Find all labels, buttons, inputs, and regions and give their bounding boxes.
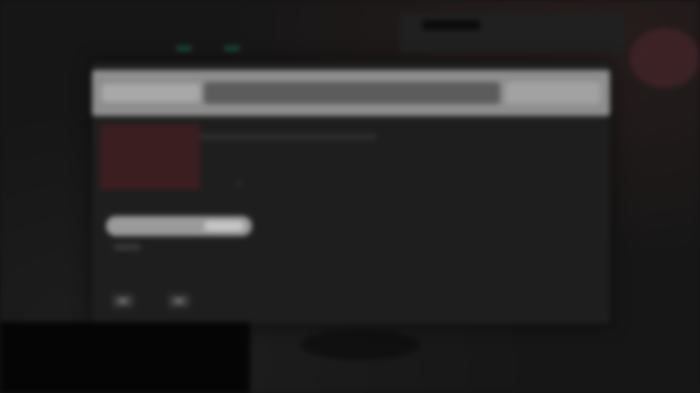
toolbar-marker bbox=[422, 20, 480, 30]
chevron-left-icon bbox=[118, 298, 128, 304]
forward-button[interactable] bbox=[168, 294, 190, 308]
chevron-right-icon bbox=[174, 298, 184, 304]
primary-pill-button[interactable] bbox=[106, 216, 252, 236]
bottom-shadow bbox=[300, 330, 420, 360]
small-marker bbox=[236, 180, 242, 186]
app-window bbox=[92, 62, 610, 324]
accent-indicator bbox=[176, 46, 192, 51]
page-heading bbox=[200, 134, 376, 140]
bottom-left-panel bbox=[0, 322, 250, 393]
blurred-screen bbox=[0, 0, 700, 393]
site-button[interactable] bbox=[102, 84, 200, 102]
address-input[interactable] bbox=[204, 82, 500, 104]
pill-caption bbox=[114, 244, 140, 250]
top-toolbar bbox=[400, 14, 625, 54]
side-panel bbox=[100, 124, 200, 190]
back-button[interactable] bbox=[112, 294, 134, 308]
accent-indicator bbox=[224, 46, 240, 51]
address-action-button[interactable] bbox=[506, 82, 600, 104]
corner-glow bbox=[630, 28, 700, 88]
address-bar bbox=[92, 70, 610, 116]
pill-end-segment bbox=[204, 221, 244, 231]
